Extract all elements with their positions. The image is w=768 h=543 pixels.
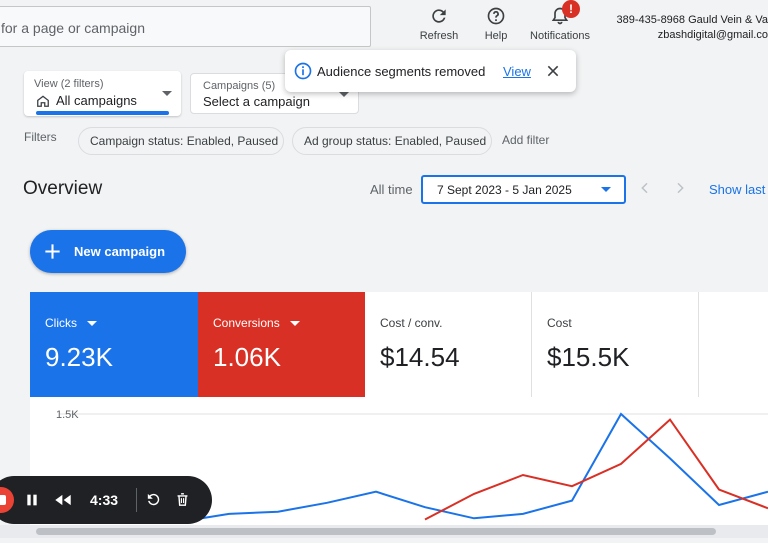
info-icon [294, 62, 312, 80]
rewind-icon[interactable] [54, 492, 72, 508]
account-email: zbashdigital@gmail.co [657, 29, 768, 41]
search-input[interactable]: for a page or campaign [0, 6, 371, 47]
show-last-button[interactable]: Show last [709, 182, 765, 197]
help-icon [487, 7, 505, 25]
chevron-down-icon [601, 187, 611, 192]
metric-value-conversions: 1.06K [213, 342, 281, 372]
chevron-down-icon [87, 321, 97, 326]
y-tick-label: 1.5K [56, 409, 79, 421]
campaign-selector-value: Select a campaign [203, 94, 310, 109]
notification-badge: ! [562, 0, 580, 18]
account-phone-name: 389-435-8968 Gauld Vein & Va [616, 14, 768, 26]
stop-recording-button[interactable] [0, 487, 14, 513]
toast-view-link[interactable]: View [503, 64, 531, 79]
refresh-label: Refresh [419, 30, 459, 42]
divider [136, 488, 137, 512]
chevron-down-icon [339, 92, 349, 97]
search-placeholder: for a page or campaign [1, 20, 145, 36]
chevron-down-icon [162, 91, 172, 96]
view-selector-label: View (2 filters) [34, 78, 104, 90]
metric-card-cost[interactable]: Cost $15.5K [532, 292, 699, 397]
metric-value-clicks: 9.23K [45, 342, 113, 372]
scrollbar-thumb[interactable] [36, 528, 716, 535]
date-period-label: All time [370, 182, 413, 197]
metric-card-empty [699, 292, 768, 397]
metric-label-conversions: Conversions [213, 316, 280, 330]
metric-value-cost-per-conv: $14.54 [380, 342, 460, 372]
chevron-down-icon [290, 321, 300, 326]
metric-value-cost: $15.5K [547, 342, 630, 372]
metric-card-clicks[interactable]: Clicks 9.23K [30, 292, 198, 397]
add-filter-button[interactable]: Add filter [502, 133, 549, 147]
notifications-label: Notifications [530, 30, 590, 42]
view-selector[interactable]: View (2 filters) All campaigns [24, 71, 181, 116]
metric-label-clicks: Clicks [45, 316, 77, 330]
chart-series-line-2 [424, 418, 768, 521]
toast-notification: Audience segments removed View [285, 50, 576, 92]
date-range-text: 7 Sept 2023 - 5 Jan 2025 [437, 183, 572, 197]
trash-icon[interactable] [174, 491, 191, 508]
refresh-icon [432, 9, 446, 23]
view-selector-value: All campaigns [56, 93, 137, 108]
new-campaign-label: New campaign [74, 244, 166, 259]
new-campaign-button[interactable]: New campaign [30, 230, 186, 273]
restart-icon[interactable] [145, 491, 162, 508]
notifications-button[interactable]: ! Notifications [524, 0, 596, 42]
chart-series-line-1 [179, 412, 768, 523]
metric-label-cost: Cost [547, 316, 572, 330]
pause-icon[interactable] [24, 492, 40, 508]
date-range-picker[interactable]: 7 Sept 2023 - 5 Jan 2025 [421, 175, 626, 204]
metric-card-conversions[interactable]: Conversions 1.06K [198, 292, 365, 397]
filter-chip-campaign-status[interactable]: Campaign status: Enabled, Paused [78, 127, 284, 155]
metric-card-cost-per-conv[interactable]: Cost / conv. $14.54 [365, 292, 532, 397]
recording-controls: 4:33 [0, 476, 212, 524]
metric-label-cost-per-conv: Cost / conv. [380, 316, 443, 330]
filter-chip-ad-group-status[interactable]: Ad group status: Enabled, Paused [292, 127, 492, 155]
filters-label: Filters [24, 130, 57, 144]
stop-icon [0, 495, 6, 505]
account-info[interactable]: 389-435-8968 Gauld Vein & Va zbashdigita… [617, 13, 768, 43]
home-icon [37, 95, 49, 107]
close-icon[interactable] [545, 63, 561, 79]
chevron-left-icon[interactable] [637, 180, 653, 196]
recording-time: 4:33 [90, 492, 119, 508]
help-label: Help [484, 30, 508, 42]
help-button[interactable]: Help [461, 4, 531, 42]
campaign-selector-label: Campaigns (5) [203, 80, 276, 92]
plus-icon [45, 244, 60, 259]
page-title: Overview [23, 178, 103, 199]
toast-message: Audience segments removed [317, 64, 486, 79]
chevron-right-icon[interactable] [672, 180, 688, 196]
view-selector-underline [36, 111, 169, 115]
